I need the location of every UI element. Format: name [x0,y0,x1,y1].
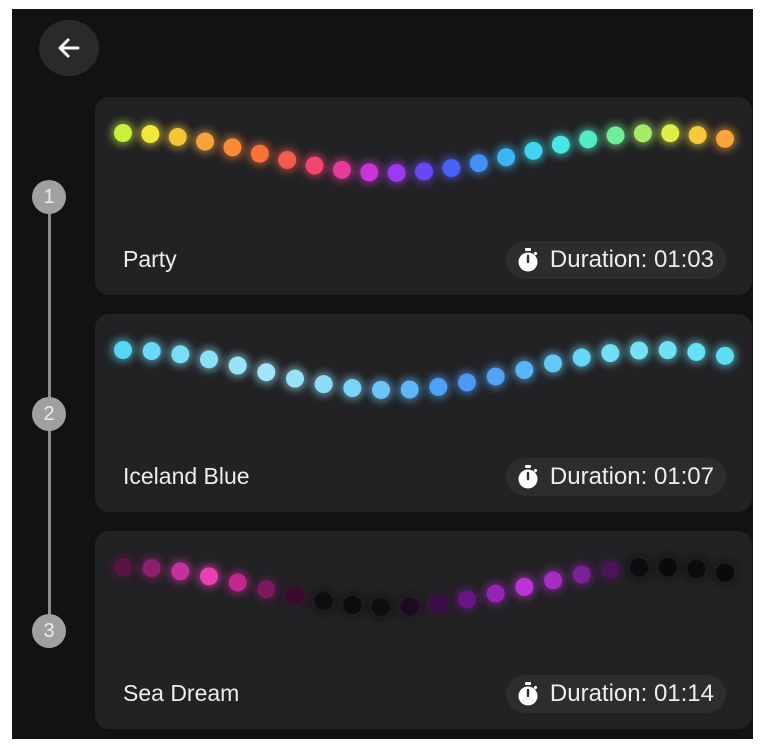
led-dot [171,562,190,581]
duration-badge: Duration: 01:14 [505,675,726,713]
led-dot [171,345,190,364]
led-dot [688,126,707,145]
led-dot [257,580,276,599]
led-dot [114,558,132,576]
light-strip-preview [111,555,737,619]
led-dot [429,377,448,396]
duration-label: Duration: 01:07 [549,463,714,490]
led-dot [458,590,476,609]
step-marker-2: 2 [32,397,66,431]
led-dot [343,379,362,398]
led-dot [716,346,734,365]
led-dot [305,156,324,175]
screen: 1 2 3 Party Duration: 01:03 Iceland Blue [12,9,753,739]
led-dot [658,341,677,360]
led-dot [196,132,215,151]
led-dot [601,561,620,580]
led-dot [168,127,187,146]
led-dot [415,162,433,181]
led-dot [687,342,706,361]
led-dot [278,150,297,169]
duration-label: Duration: 01:14 [549,680,714,707]
led-dot [142,559,161,578]
led-dot [524,141,543,160]
led-dot [606,126,625,145]
led-dot [551,135,570,154]
program-name: Iceland Blue [123,463,250,489]
led-dot [486,584,505,603]
led-dot [387,163,406,182]
led-dot [141,125,160,144]
led-dot [515,361,534,379]
led-dot [114,341,132,359]
led-dot [250,144,269,163]
led-dot [400,380,419,399]
led-dot [114,124,132,142]
led-dot [716,563,734,582]
stopwatch-icon [518,682,538,706]
led-dot [286,586,304,605]
led-dot [630,341,648,360]
led-dot [228,356,247,375]
program-card-iceland-blue[interactable]: Iceland Blue Duration: 01:07 [95,314,752,512]
duration-label: Duration: 01:03 [549,246,714,273]
led-dot [661,124,680,143]
led-dot [372,597,390,616]
led-dot [469,154,488,173]
stopwatch-icon [518,465,538,489]
led-dot [572,348,591,367]
led-dot [658,558,677,577]
step-marker-1: 1 [32,180,66,214]
led-dot [200,350,218,369]
program-card-sea-dream[interactable]: Sea Dream Duration: 01:14 [95,531,752,729]
led-dot [200,567,218,586]
led-dot [228,573,247,592]
led-dot [497,148,516,167]
led-dot [314,592,333,611]
led-dot [372,380,390,399]
light-strip-preview [111,338,737,402]
led-dot [314,375,333,394]
led-dot [286,369,304,388]
led-dot [486,367,505,386]
led-dot [142,342,161,361]
led-dot [332,160,351,179]
arrow-left-icon [58,38,80,58]
led-dot [630,558,648,577]
led-dot [572,565,591,584]
program-name: Party [123,246,177,272]
duration-badge: Duration: 01:07 [505,458,726,496]
step-marker-3: 3 [32,614,66,648]
led-dot [429,594,448,613]
duration-badge: Duration: 01:03 [505,241,726,279]
led-dot [343,596,362,615]
led-dot [716,129,734,148]
led-dot [544,571,562,590]
led-dot [544,354,562,373]
program-card-party[interactable]: Party Duration: 01:03 [95,97,752,295]
led-dot [601,344,620,363]
led-dot [687,559,706,578]
program-name: Sea Dream [123,680,240,706]
led-dot [257,363,276,382]
led-dot [515,578,534,596]
led-dot [360,163,379,182]
stopwatch-icon [518,248,538,272]
light-strip-preview [111,121,737,185]
led-dot [442,159,461,178]
led-dot [400,597,419,616]
back-button[interactable] [39,20,99,76]
led-dot [223,138,242,157]
led-dot [458,373,476,392]
led-dot [579,130,598,149]
led-dot [633,124,652,143]
